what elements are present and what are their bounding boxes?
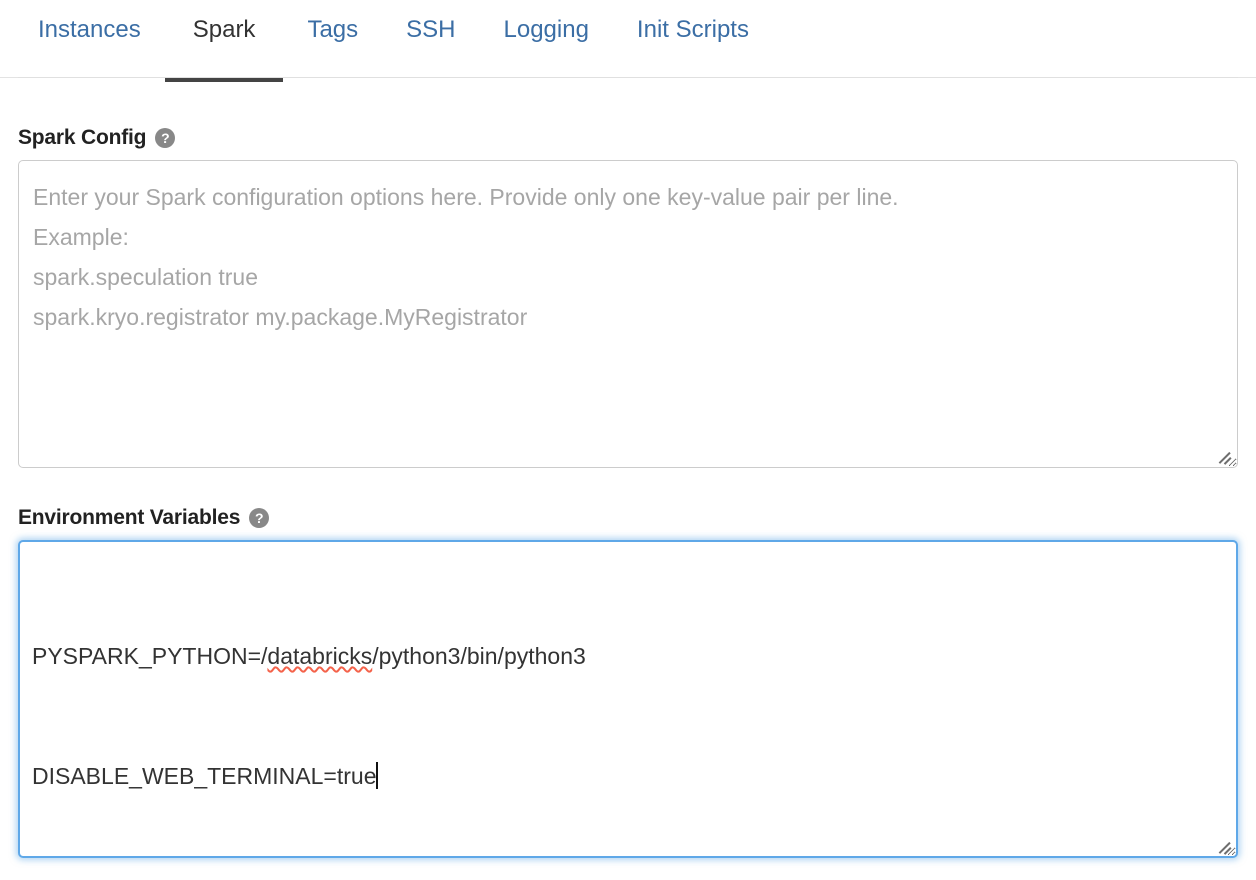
tab-spark[interactable]: Spark <box>165 0 284 42</box>
question-mark-icon[interactable]: ? <box>155 128 175 148</box>
tab-instances[interactable]: Instances <box>38 0 165 42</box>
tab-init-scripts[interactable]: Init Scripts <box>613 0 773 42</box>
environment-variables-label: Environment Variables <box>18 506 240 530</box>
spark-config-label: Spark Config <box>18 126 146 150</box>
spark-config-input-wrap <box>18 160 1238 468</box>
spark-config-textarea[interactable] <box>18 160 1238 468</box>
spark-config-field: Spark Config ? <box>18 126 1238 468</box>
environment-variables-field: Environment Variables ? PYSPARK_PYTHON=/… <box>18 506 1238 858</box>
environment-variables-textarea[interactable] <box>18 540 1238 858</box>
tab-bar: Instances Spark Tags SSH Logging Init Sc… <box>0 0 1256 78</box>
tab-logging[interactable]: Logging <box>480 0 613 42</box>
question-mark-icon[interactable]: ? <box>249 508 269 528</box>
spark-config-label-row: Spark Config ? <box>18 126 1238 150</box>
tab-ssh[interactable]: SSH <box>382 0 479 42</box>
tab-tags[interactable]: Tags <box>283 0 382 42</box>
environment-variables-input-wrap: PYSPARK_PYTHON=/databricks/python3/bin/p… <box>18 540 1238 858</box>
cluster-configuration-panel: Instances Spark Tags SSH Logging Init Sc… <box>0 0 1256 880</box>
environment-variables-label-row: Environment Variables ? <box>18 506 1238 530</box>
